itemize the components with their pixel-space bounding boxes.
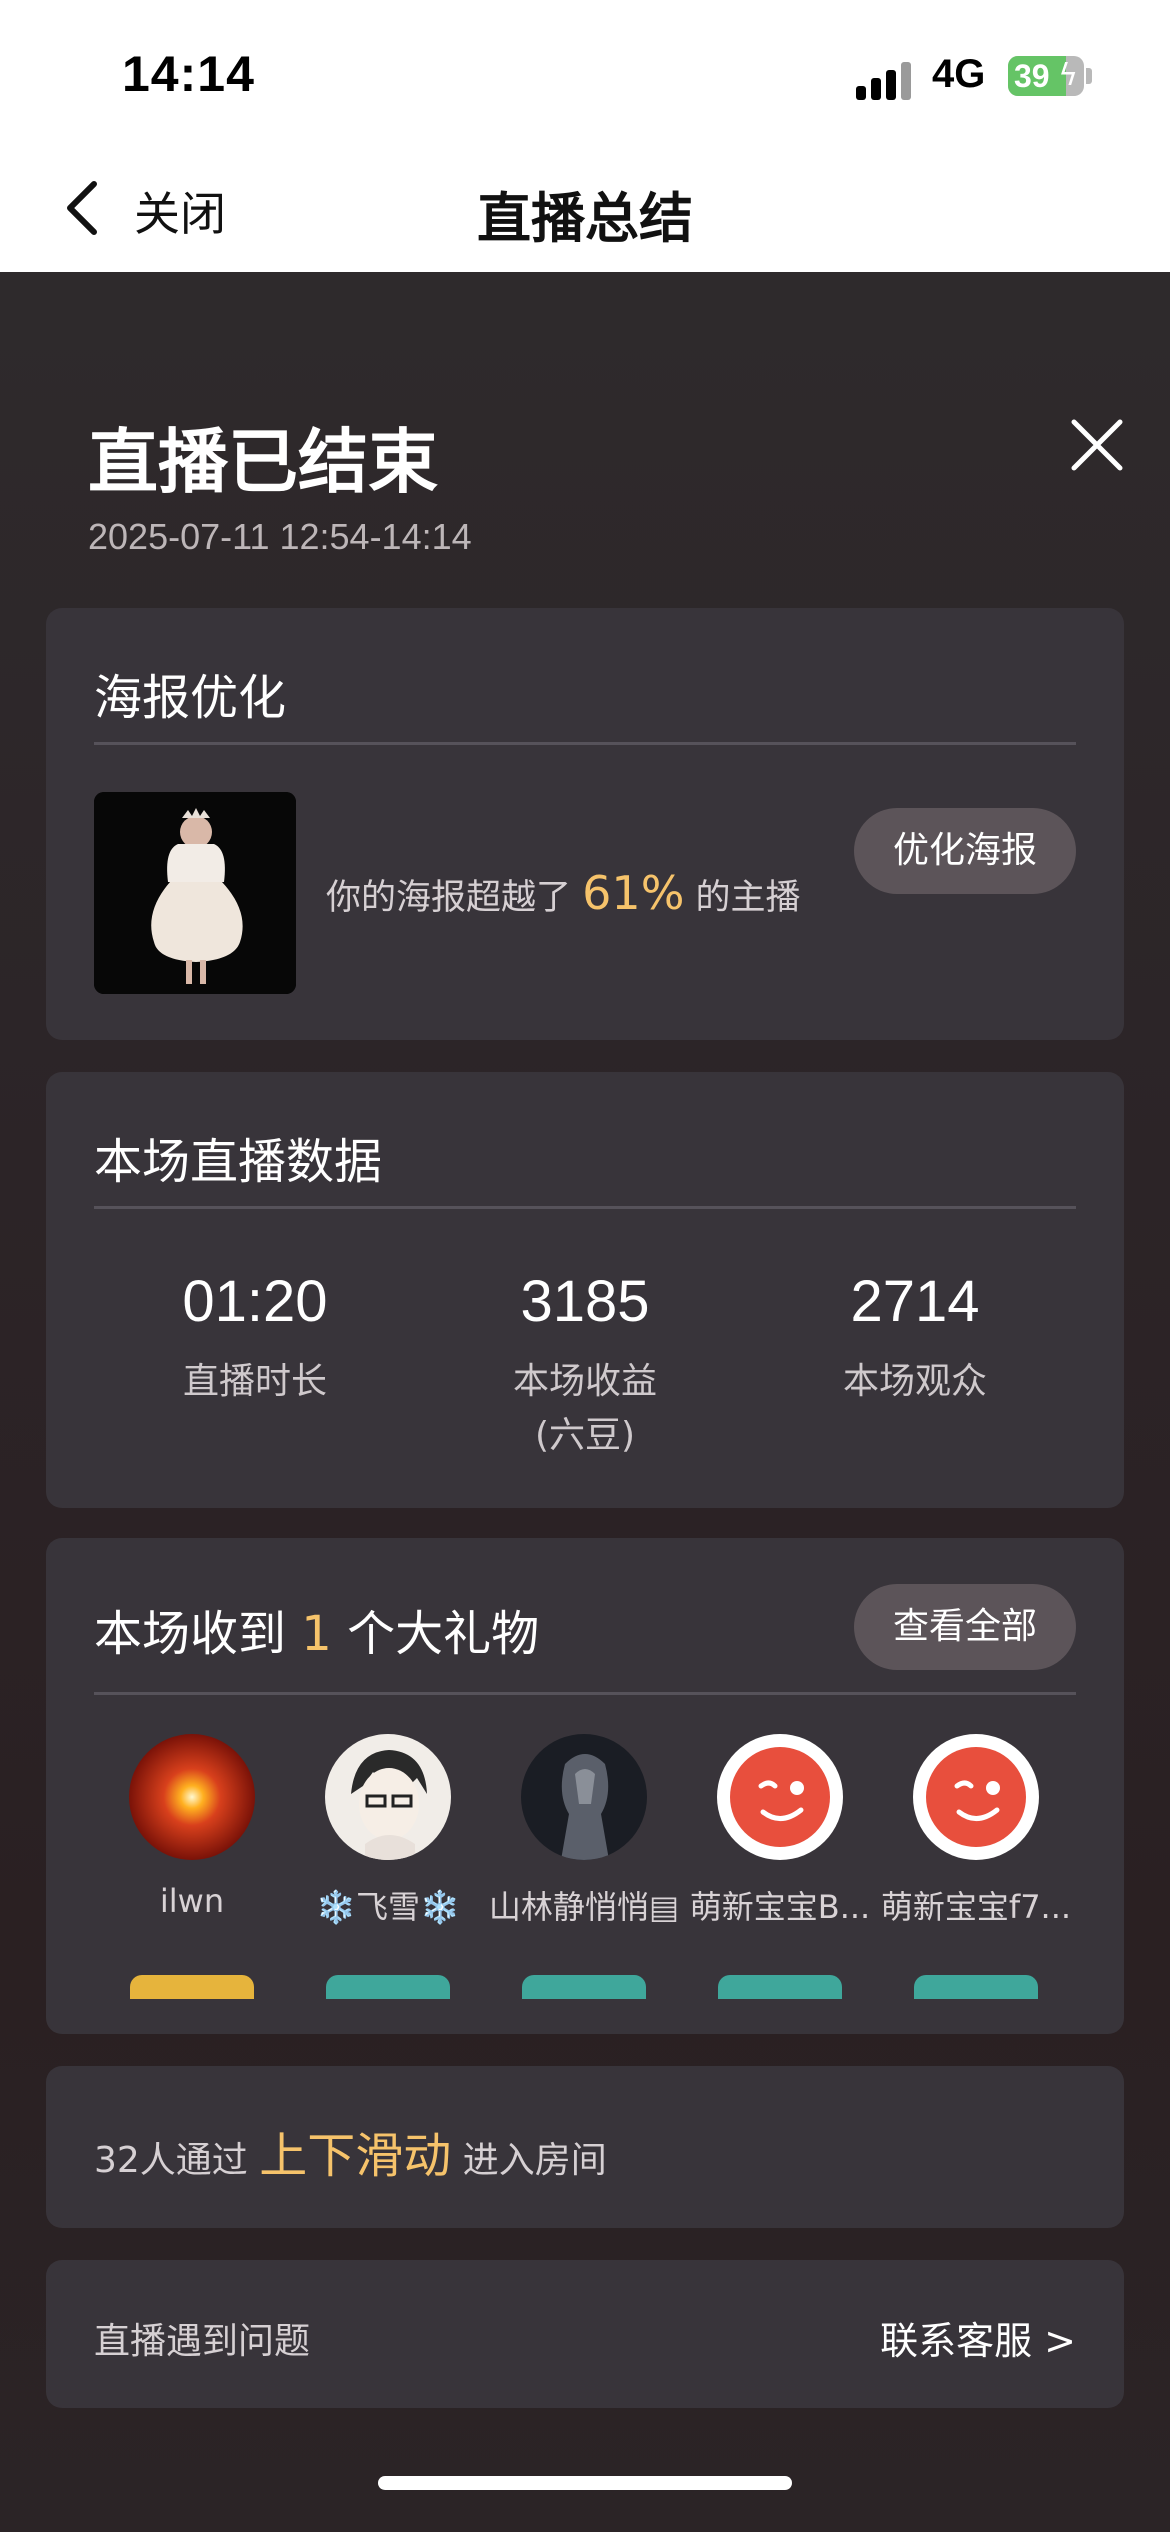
battery-cap <box>1086 68 1092 84</box>
close-icon[interactable] <box>1068 416 1126 474</box>
dark-figure-avatar <box>521 1734 647 1860</box>
poster-text-before: 你的海报超越了 <box>326 878 572 918</box>
battery-level: 39 <box>1014 58 1050 94</box>
stat-duration-value: 01:20 <box>182 1269 328 1334</box>
slide-entrance-card: 32人通过 上下滑动 进入房间 <box>46 2066 1124 2228</box>
poster-rank-text: 你的海报超越了 61% 的主播 <box>326 866 801 920</box>
divider <box>94 742 1076 745</box>
nav-bar: 关闭 直播总结 <box>0 150 1170 272</box>
stat-income-label: 本场收益 (六豆) <box>420 1355 750 1463</box>
donor-name: ❄️飞雪❄️ <box>316 1888 460 1926</box>
stat-duration: 01:20 直播时长 <box>90 1268 420 1409</box>
cartoon-avatar <box>325 1734 451 1860</box>
gift-donor-item[interactable]: 山林静悄悄▤ <box>486 1734 682 1928</box>
level-badge <box>718 1975 842 1999</box>
live-problem-text: 直播遇到问题 <box>94 2321 311 2362</box>
stat-audience: 2714 本场观众 <box>750 1268 1080 1409</box>
live-ended-title: 直播已结束 <box>88 421 438 503</box>
live-summary-content: 直播已结束 2025-07-11 12:54-14:14 海报优化 你的海报超越… <box>0 272 1170 2532</box>
donor-name: 萌新宝宝B... <box>689 1888 871 1926</box>
donor-name: 萌新宝宝f7... <box>880 1888 1072 1926</box>
gifts-count: 1 <box>301 1606 332 1662</box>
slide-entrance-text: 32人通过 上下滑动 进入房间 <box>94 2116 607 2186</box>
home-indicator[interactable] <box>378 2476 792 2490</box>
sunburst-avatar <box>129 1734 255 1860</box>
gift-donor-item[interactable]: ❄️飞雪❄️ <box>290 1734 486 1928</box>
view-all-gifts-button[interactable]: 查看全部 <box>854 1584 1076 1670</box>
gift-donor-item[interactable]: 萌新宝宝f7... <box>878 1734 1074 1928</box>
slide-text-before: 32人通过 <box>94 2140 248 2181</box>
network-type: 4G <box>932 52 986 96</box>
stat-income: 3185 本场收益 (六豆) <box>420 1268 750 1463</box>
level-badge <box>130 1975 254 1999</box>
stat-income-label-text: 本场收益 <box>512 1361 657 1402</box>
poster-text-after: 的主播 <box>695 878 801 918</box>
charging-bolt-icon: ϟ <box>1058 58 1078 93</box>
donor-name: ilwn <box>159 1882 225 1920</box>
status-time: 14:14 <box>122 46 255 102</box>
cellular-signal-icon <box>856 60 916 100</box>
poster-percent: 61% <box>582 866 685 920</box>
level-badge <box>326 1975 450 1999</box>
poster-card-title: 海报优化 <box>94 670 287 726</box>
help-card: 直播遇到问题 联系客服 > <box>46 2260 1124 2408</box>
stat-audience-value: 2714 <box>850 1269 980 1334</box>
stat-income-value: 3185 <box>520 1269 650 1334</box>
stats-card-title: 本场直播数据 <box>94 1134 383 1190</box>
gifts-title: 本场收到 1 个大礼物 <box>94 1594 539 1664</box>
live-stats-card: 本场直播数据 01:20 直播时长 3185 本场收益 (六豆) 2714 本场… <box>46 1072 1124 1508</box>
optimize-poster-button[interactable]: 优化海报 <box>854 808 1076 894</box>
gift-donor-item[interactable]: 萌新宝宝B... <box>682 1734 878 1928</box>
donor-name: 山林静悄悄▤ <box>488 1888 680 1926</box>
slide-text-after: 进入房间 <box>462 2140 607 2181</box>
live-date-range: 2025-07-11 12:54-14:14 <box>88 516 472 557</box>
divider <box>94 1692 1076 1695</box>
stat-audience-label: 本场观众 <box>842 1361 987 1402</box>
big-gifts-card: 本场收到 1 个大礼物 查看全部 ilwn ❄️飞雪❄️ 山林静悄悄▤ 萌新宝宝… <box>46 1538 1124 2034</box>
wink-face-avatar <box>913 1734 1039 1860</box>
stat-income-unit: (六豆) <box>534 1415 636 1456</box>
page-title: 直播总结 <box>477 187 693 250</box>
gifts-title-before: 本场收到 <box>94 1606 287 1662</box>
poster-thumbnail[interactable] <box>94 792 296 994</box>
level-badge <box>522 1975 646 1999</box>
battery-icon: 39 ϟ <box>1008 56 1084 96</box>
poster-optimize-card: 海报优化 你的海报超越了 61% 的主播 优化海报 <box>46 608 1124 1040</box>
level-badge <box>914 1975 1038 1999</box>
stat-duration-label: 直播时长 <box>182 1361 327 1402</box>
gifts-title-after: 个大礼物 <box>347 1606 540 1662</box>
wink-face-avatar <box>717 1734 843 1860</box>
status-bar: 14:14 4G 39 ϟ <box>0 0 1170 150</box>
slide-highlight: 上下滑动 <box>259 2128 452 2184</box>
contact-support-link[interactable]: 联系客服 > <box>880 2310 1076 2365</box>
gift-donor-item[interactable]: ilwn <box>94 1734 290 1920</box>
divider <box>94 1206 1076 1209</box>
